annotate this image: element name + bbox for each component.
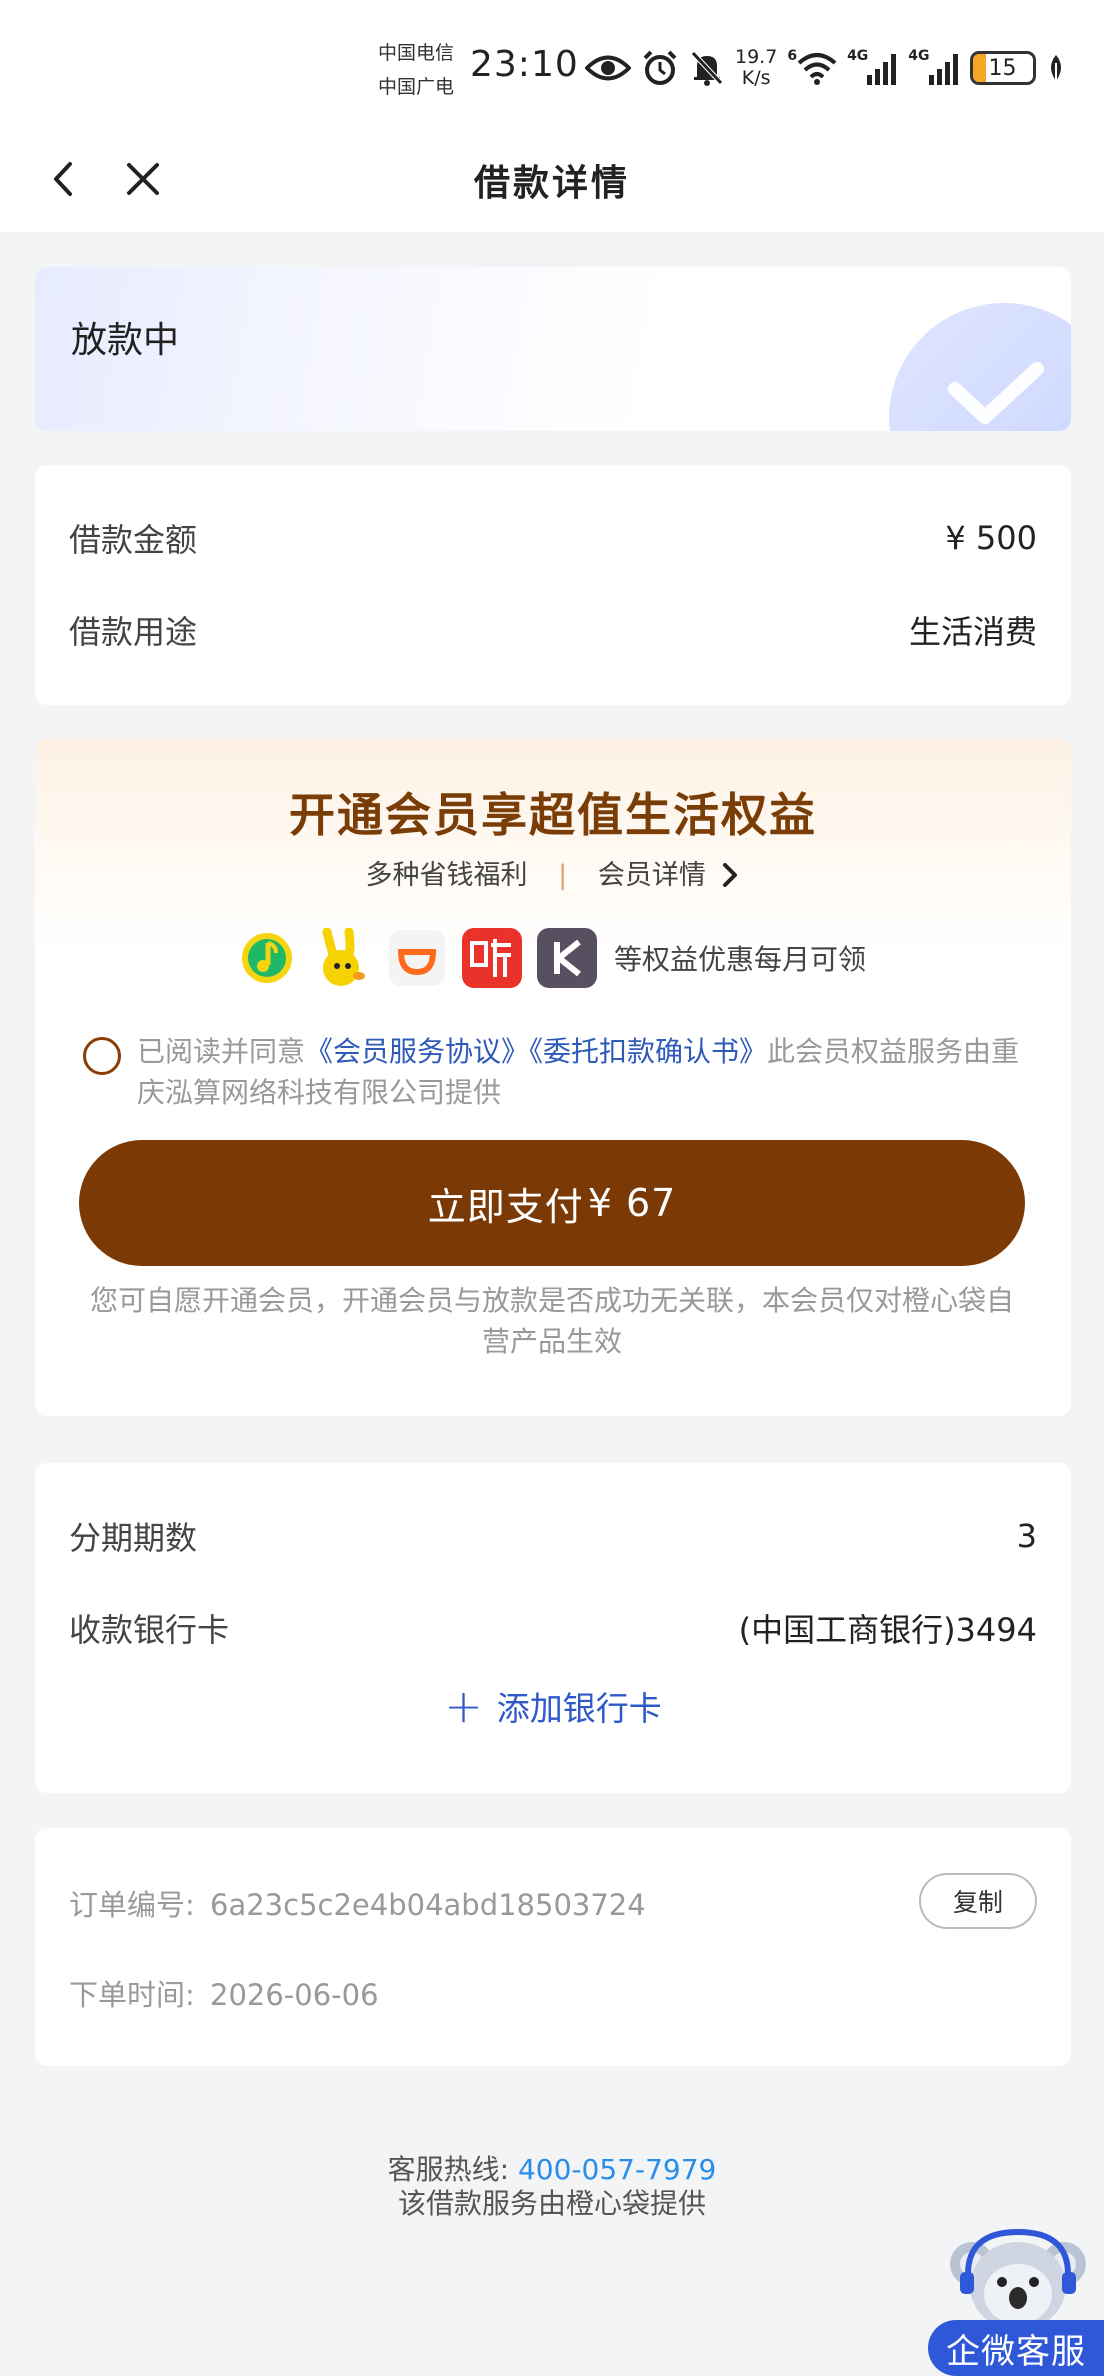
pay-amount: ¥ 67 (587, 1181, 677, 1225)
eye-icon (585, 55, 631, 81)
page-title: 借款详情 (473, 162, 630, 204)
add-bank-card-button[interactable]: + 添加银行卡 (35, 1681, 1071, 1731)
plus-icon: + (444, 1679, 483, 1733)
perks-text: 等权益优惠每月可领 (614, 943, 867, 976)
agreement-text: 已阅读并同意《会员服务协议》《委托扣款确认书》此会员权益服务由重庆泓算网络科技有… (83, 1031, 1043, 1113)
support-label: 企微客服 (928, 2320, 1104, 2376)
member-details-label: 会员详情 (597, 860, 706, 891)
carrier-labels: 中国电信 中国广电 (378, 36, 454, 104)
status-icons: 19.7 K/s 6 4G 4G 15 (585, 40, 1066, 96)
signal-1-label: 4G (847, 48, 869, 64)
order-time-row: 下单时间: 2026-06-06 (69, 1972, 379, 2014)
loan-status-text: 放款中 (71, 320, 180, 361)
loan-amount-row: 借款金额 ¥ 500 (69, 513, 1037, 563)
carrier-2: 中国广电 (378, 76, 455, 98)
perk-icons: 等权益优惠每月可领 (237, 927, 866, 989)
member-details-link[interactable]: 会员详情 (598, 860, 741, 891)
hotline-line: 客服热线: 400-057-7979 (0, 2153, 1104, 2187)
order-info-card: 订单编号: 6a23c5c2e4b04abd18503724 复制 下单时间: … (35, 1828, 1071, 2066)
leaf-icon (1050, 55, 1061, 81)
periods-row: 分期期数 3 (69, 1511, 1037, 1561)
pay-now-button[interactable]: 立即支付 ¥ 67 (79, 1140, 1025, 1266)
net-speed-value: 19.7 (735, 46, 778, 68)
benefits-label: 多种省钱福利 (365, 860, 528, 891)
signal-2-label: 4G (908, 48, 930, 64)
alarm-icon (643, 50, 677, 85)
chevron-right-icon (723, 863, 738, 887)
didi-icon (387, 928, 447, 988)
agree-prefix: 已阅读并同意 (137, 1035, 306, 1068)
status-bar: 中国电信 中国广电 23:10 19.7 K/s 6 4G 4G 15 (0, 0, 1104, 130)
qq-music-icon (237, 928, 297, 988)
hotline-label: 客服热线: (387, 2153, 510, 2186)
bank-card-label: 收款银行卡 (69, 1611, 230, 1649)
wecom-support-widget[interactable]: 企微客服 (928, 2224, 1104, 2376)
agree-checkbox[interactable] (83, 1037, 121, 1075)
wifi-icon (797, 53, 837, 85)
battery-level: 15 (988, 55, 1017, 81)
youku-icon (312, 928, 372, 988)
mute-bell-icon (691, 51, 723, 86)
signal-1-icon (867, 54, 897, 85)
membership-subtitle: 多种省钱福利 | 会员详情 (35, 853, 1071, 892)
loan-purpose-row: 借款用途 生活消费 (69, 605, 1037, 655)
copy-button[interactable]: 复制 (919, 1873, 1037, 1929)
net-speed-unit: K/s (741, 67, 771, 89)
wifi-6-label: 6 (787, 48, 798, 64)
nav-bar: 借款详情 (0, 130, 1104, 232)
repayment-info-card: 分期期数 3 收款银行卡 (中国工商银行)3494 + 添加银行卡 (35, 1463, 1071, 1793)
loan-amount-label: 借款金额 (69, 521, 198, 559)
bank-card-value: (中国工商银行)3494 (738, 1611, 1037, 1649)
provider-text: 该借款服务由橙心袋提供 (397, 2187, 706, 2220)
loan-purpose-label: 借款用途 (69, 613, 198, 651)
order-time-label: 下单时间: (69, 1978, 195, 2012)
pay-button-label: 立即支付 (427, 1184, 584, 1229)
loan-status-card: 放款中 (35, 267, 1071, 431)
periods-value: 3 (1016, 1517, 1037, 1555)
keep-icon (537, 928, 597, 988)
order-number-row: 订单编号: 6a23c5c2e4b04abd18503724 (69, 1882, 646, 1924)
hotline-number-link[interactable]: 400-057-7979 (518, 2153, 716, 2186)
battery-icon: 15 (969, 51, 1036, 85)
loan-amount-value: ¥ 500 (945, 519, 1037, 557)
periods-label: 分期期数 (69, 1519, 198, 1557)
ting-audio-icon (462, 928, 522, 988)
net-speed: 19.7 K/s (735, 47, 777, 89)
membership-card: 开通会员享超值生活权益 多种省钱福利 | 会员详情 等权益优惠每月可领 已阅读并… (35, 739, 1071, 1416)
carrier-1: 中国电信 (378, 42, 455, 64)
add-bank-card-label: 添加银行卡 (496, 1689, 662, 1728)
debit-authorization-link[interactable]: 《委托扣款确认书》 (529, 1035, 767, 1068)
member-service-agreement-link[interactable]: 《会员服务协议》 (305, 1035, 529, 1068)
membership-title: 开通会员享超值生活权益 (289, 788, 817, 842)
loan-info-card: 借款金额 ¥ 500 借款用途 生活消费 (35, 465, 1071, 705)
footer: 客服热线: 400-057-7979 该借款服务由橙心袋提供 (0, 2153, 1104, 2221)
loan-purpose-value: 生活消费 (908, 613, 1037, 651)
order-number-label: 订单编号: (69, 1888, 195, 1922)
order-time-value: 2026-06-06 (210, 1978, 379, 2012)
order-number-value: 6a23c5c2e4b04abd18503724 (210, 1888, 646, 1922)
status-time: 23:10 (470, 44, 579, 85)
bank-card-row: 收款银行卡 (中国工商银行)3494 (69, 1603, 1037, 1653)
signal-2-icon (928, 54, 958, 85)
membership-disclaimer: 您可自愿开通会员，开通会员与放款是否成功无关联，本会员仅对橙心袋自营产品生效 (89, 1284, 1014, 1358)
agreement-section: 已阅读并同意《会员服务协议》《委托扣款确认书》此会员权益服务由重庆泓算网络科技有… (83, 1031, 1043, 1113)
check-icon (948, 362, 1044, 424)
separator: | (558, 860, 568, 891)
